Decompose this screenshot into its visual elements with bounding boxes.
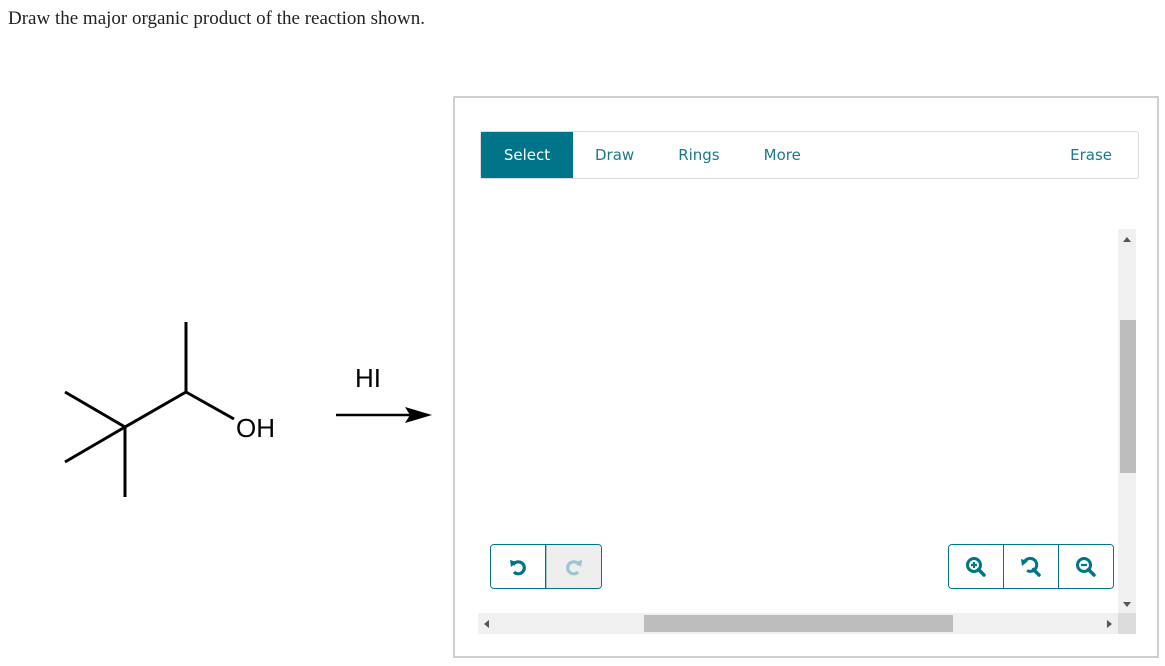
- redo-icon: [566, 559, 582, 575]
- zoom-in-button[interactable]: [949, 545, 1004, 588]
- scroll-down-icon[interactable]: [1123, 602, 1131, 607]
- tab-rings[interactable]: Rings: [656, 132, 741, 178]
- zoom-in-icon: [966, 556, 986, 577]
- reactant-structure: [64, 322, 432, 497]
- horizontal-scrollbar[interactable]: [478, 613, 1118, 634]
- reset-zoom-icon: [1021, 556, 1041, 577]
- vertical-scroll-thumb[interactable]: [1120, 320, 1136, 473]
- zoom-button-group: [948, 544, 1114, 589]
- scrollbar-corner: [1118, 613, 1136, 634]
- tab-more[interactable]: More: [742, 132, 823, 178]
- editor-toolbar: Select Draw Rings More Erase: [480, 131, 1139, 179]
- bond-c-oh: [185, 390, 235, 421]
- zoom-out-button[interactable]: [1059, 545, 1113, 588]
- reset-zoom-button[interactable]: [1004, 545, 1059, 588]
- redo-button[interactable]: [546, 545, 601, 588]
- scroll-left-icon[interactable]: [484, 620, 489, 628]
- tab-select[interactable]: Select: [481, 132, 573, 178]
- structure-editor[interactable]: Select Draw Rings More Erase: [453, 96, 1159, 658]
- undo-icon: [510, 559, 526, 575]
- hydroxyl-label: OH: [236, 413, 275, 443]
- question-text: Draw the major organic product of the re…: [8, 8, 425, 29]
- bond-methyl-lower-left: [64, 425, 126, 464]
- zoom-out-icon: [1076, 556, 1096, 577]
- undo-button[interactable]: [491, 545, 546, 588]
- bond-methyl-upper-left: [64, 390, 126, 429]
- vertical-scrollbar[interactable]: [1118, 229, 1136, 615]
- scroll-right-icon[interactable]: [1107, 620, 1112, 628]
- reaction-arrow: [336, 407, 432, 423]
- tab-draw[interactable]: Draw: [573, 132, 656, 178]
- bond-backbone: [124, 390, 187, 429]
- history-button-group: [490, 544, 602, 589]
- horizontal-scroll-thumb[interactable]: [644, 615, 953, 632]
- erase-button[interactable]: Erase: [1048, 132, 1138, 178]
- scroll-up-icon[interactable]: [1123, 237, 1131, 242]
- reagent-label: HI: [355, 363, 381, 393]
